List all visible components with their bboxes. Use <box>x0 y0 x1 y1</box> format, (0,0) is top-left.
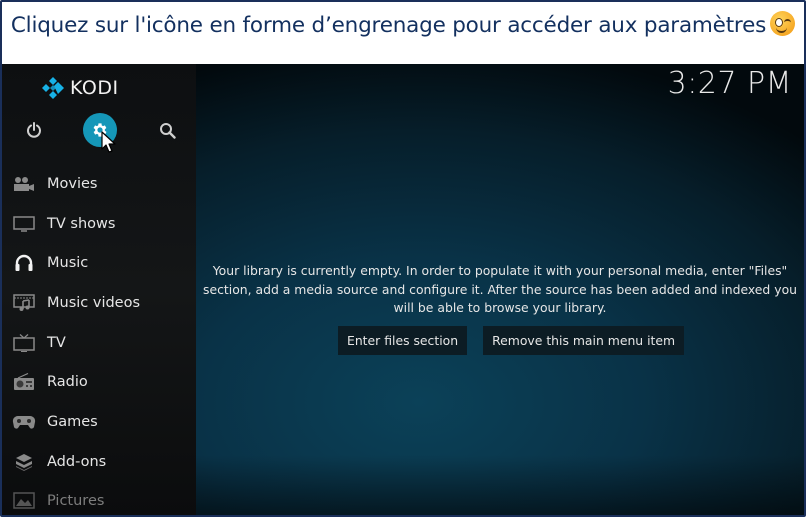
pictures-icon <box>12 491 36 511</box>
wink-emoji-icon <box>770 11 796 36</box>
mouse-cursor-icon <box>101 131 116 153</box>
menu-item-label: Add-ons <box>47 453 107 470</box>
menu-item-tv-shows[interactable]: TV shows <box>2 204 196 244</box>
search-button[interactable] <box>150 113 184 147</box>
kodi-wordmark: KODI <box>70 77 119 99</box>
remove-menu-item-button[interactable]: Remove this main menu item <box>483 326 685 355</box>
action-buttons: Enter files section Remove this main men… <box>338 326 685 355</box>
banner-text: Cliquez sur l'icône en forme d’engrenage… <box>2 2 804 39</box>
menu-item-label: Music videos <box>47 294 141 311</box>
kodi-window: KODI Movies TV shows Music Music videos … <box>2 64 804 515</box>
sidebar: KODI Movies TV shows Music Music videos … <box>2 64 196 515</box>
gamepad-icon <box>12 412 36 432</box>
menu-item-label: TV <box>47 334 66 351</box>
menu-item-music-videos[interactable]: Music videos <box>2 283 196 323</box>
power-button[interactable] <box>17 113 51 147</box>
menu-item-label: Music <box>47 255 89 272</box>
menu-item-games[interactable]: Games <box>2 402 196 442</box>
music-video-icon <box>12 293 36 313</box>
menu-item-music[interactable]: Music <box>2 243 196 283</box>
movie-camera-icon <box>12 174 36 194</box>
menu-item-label: Games <box>47 413 98 430</box>
power-icon <box>27 122 41 138</box>
menu-item-pictures[interactable]: Pictures <box>2 482 196 516</box>
menu-item-label: Movies <box>47 175 98 192</box>
tv-antenna-icon <box>12 333 36 353</box>
kodi-logo-icon <box>42 77 64 99</box>
main-menu: Movies TV shows Music Music videos TV Ra… <box>2 164 196 515</box>
instruction-banner: Cliquez sur l'icône en forme d’engrenage… <box>2 2 804 64</box>
menu-item-label: Radio <box>47 374 88 391</box>
menu-item-movies[interactable]: Movies <box>2 164 196 204</box>
menu-item-radio[interactable]: Radio <box>2 362 196 402</box>
menu-item-label: TV shows <box>47 215 116 232</box>
banner-caption: Cliquez sur l'icône en forme d’engrenage… <box>10 13 767 38</box>
radio-icon <box>12 372 36 392</box>
search-icon <box>159 122 176 139</box>
clock: 3:27 PM <box>667 66 792 101</box>
kodi-logo: KODI <box>42 77 119 99</box>
tv-monitor-icon <box>12 214 36 234</box>
menu-item-tv[interactable]: TV <box>2 323 196 363</box>
enter-files-section-button[interactable]: Enter files section <box>338 326 468 355</box>
menu-item-add-ons[interactable]: Add-ons <box>2 442 196 482</box>
empty-library-message: Your library is currently empty. In orde… <box>203 263 797 315</box>
top-icon-bar <box>2 113 196 147</box>
menu-item-label: Pictures <box>47 493 105 510</box>
headphones-icon <box>12 253 36 273</box>
addons-box-icon <box>12 452 36 472</box>
